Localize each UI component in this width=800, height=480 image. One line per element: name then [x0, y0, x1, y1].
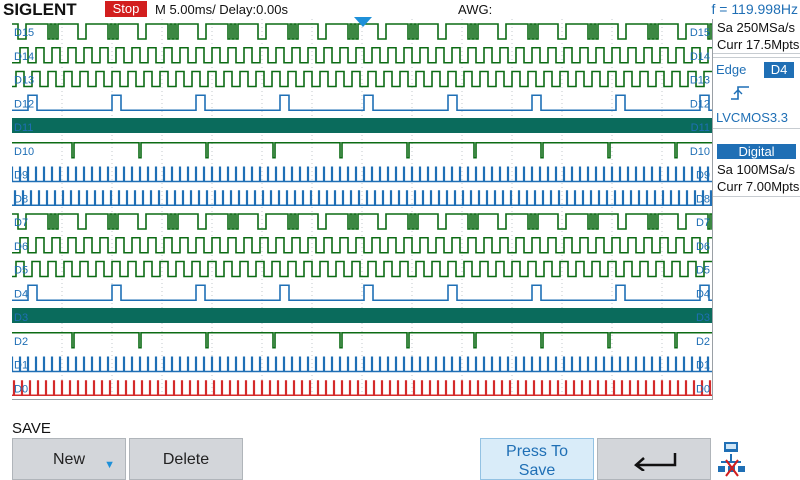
- trigger-info[interactable]: Edge D4 LVCMOS3.3: [713, 57, 800, 129]
- channel-label-d10: D10: [14, 146, 34, 158]
- channel-label-right-d5: D5: [696, 265, 710, 277]
- memory-depth: Curr 17.5Mpts: [717, 37, 800, 52]
- trigger-type: Edge: [716, 62, 747, 77]
- channel-label-d0: D0: [14, 383, 28, 395]
- channel-label-right-d1: D1: [696, 360, 710, 372]
- network-icon[interactable]: [716, 440, 746, 480]
- channel-label-d5: D5: [14, 265, 28, 277]
- trigger-marker-icon[interactable]: [354, 17, 372, 27]
- channel-label-d6: D6: [14, 241, 28, 253]
- channel-label-d12: D12: [14, 98, 34, 110]
- channel-label-right-d13: D13: [690, 75, 710, 87]
- delete-button-label: Delete: [162, 451, 210, 468]
- channel-label-d11: D11: [14, 122, 33, 134]
- brand-logo: SIGLENT: [3, 0, 77, 19]
- menu-title: SAVE: [12, 420, 51, 437]
- channel-label-right-d10: D10: [690, 146, 710, 158]
- channel-label-right-d14: D14: [690, 51, 710, 63]
- channel-label-right-d15: D15: [690, 27, 710, 39]
- channel-label-right-d12: D12: [690, 98, 710, 110]
- sample-rate: Sa 250MSa/s: [717, 20, 796, 35]
- channel-label-right-d6: D6: [696, 241, 710, 253]
- channel-label-right-d11: D11: [691, 122, 710, 134]
- channel-label-d1: D1: [14, 360, 28, 372]
- save-text: Save: [518, 462, 556, 479]
- return-button[interactable]: [597, 438, 711, 480]
- down-arrow-icon: ▼: [104, 459, 115, 471]
- acquisition-info[interactable]: Sa 250MSa/s Curr 17.5Mpts: [713, 19, 800, 54]
- channel-label-d4: D4: [14, 288, 28, 300]
- trace-band: [12, 308, 712, 323]
- waveform-display[interactable]: D15 D15 D14 D14 D13 D13 D12 D12 D11 D11 D10 D10 D9 D9…: [12, 19, 713, 400]
- timebase-readout[interactable]: M 5.00ms/ Delay:0.00s: [155, 0, 288, 19]
- channel-label-right-d7: D7: [696, 217, 710, 229]
- trace-band: [12, 118, 712, 133]
- digital-sample-rate: Sa 100MSa/s: [717, 162, 796, 177]
- channel-label-d7: D7: [14, 217, 28, 229]
- channel-label-d9: D9: [14, 170, 28, 182]
- run-state-badge[interactable]: Stop: [105, 1, 147, 17]
- channel-label-right-d0: D0: [696, 383, 710, 395]
- info-panel: Sa 250MSa/s Curr 17.5Mpts Edge D4 LVCMOS…: [713, 19, 800, 399]
- delete-button[interactable]: Delete: [129, 438, 243, 480]
- channel-label-d13: D13: [14, 75, 34, 87]
- digital-info[interactable]: Digital Sa 100MSa/s Curr 7.00Mpts: [713, 140, 800, 197]
- press-to-save-button[interactable]: Press To Save: [480, 438, 594, 480]
- press-to-text: Press To: [506, 443, 568, 460]
- trigger-level: LVCMOS3.3: [716, 110, 789, 125]
- awg-label: AWG:: [458, 2, 493, 17]
- channel-label-right-d3: D3: [696, 312, 710, 324]
- digital-title: Digital: [717, 144, 796, 159]
- return-arrow-icon: [634, 453, 677, 471]
- frequency-readout: f = 119.998Hz: [711, 1, 798, 17]
- channel-label-d8: D8: [14, 193, 28, 205]
- channel-label-d14: D14: [14, 51, 34, 63]
- status-bar: SIGLENT Stop M 5.00ms/ Delay:0.00s AWG: …: [0, 0, 800, 19]
- channel-label-right-d2: D2: [696, 336, 710, 348]
- channel-label-d3: D3: [14, 312, 28, 324]
- press-to-save-label: Press To Save: [481, 442, 593, 480]
- channel-label-d2: D2: [14, 336, 28, 348]
- channel-label-d15: D15: [14, 27, 34, 39]
- trigger-source: D4: [764, 62, 794, 78]
- channel-label-right-d4: D4: [696, 288, 710, 300]
- trace-waveform: [12, 213, 712, 230]
- channel-label-right-d9: D9: [696, 170, 710, 182]
- new-button[interactable]: New ▼: [12, 438, 126, 480]
- channel-label-right-d8: D8: [696, 193, 710, 205]
- rising-edge-icon: [731, 86, 749, 100]
- digital-memory-depth: Curr 7.00Mpts: [717, 179, 800, 194]
- waveform-canvas: D15 D15 D14 D14 D13 D13 D12 D12 D11 D11 D10 D10 D9 D9…: [12, 19, 712, 399]
